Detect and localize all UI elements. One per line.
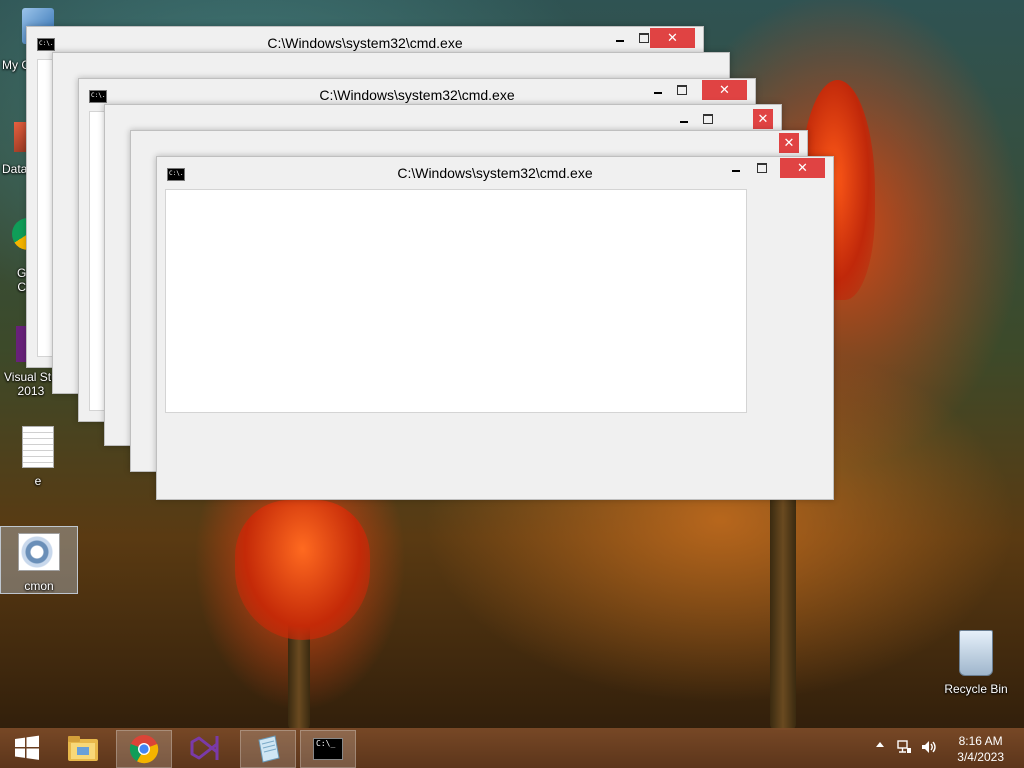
close-button[interactable]: ✕	[780, 158, 825, 178]
close-button[interactable]: ✕	[779, 133, 799, 153]
desktop-icon-e[interactable]: e	[0, 426, 76, 488]
desktop-icon-label: G C	[17, 266, 27, 294]
maximize-button[interactable]	[669, 80, 695, 100]
desktop-icon-label: e	[34, 474, 42, 488]
console-area[interactable]	[165, 189, 747, 413]
minimize-button[interactable]	[645, 80, 671, 100]
taskbar-chrome[interactable]	[116, 730, 172, 768]
desktop-icon-label: cmon	[24, 579, 54, 593]
taskbar: C:\_ 8:16 AM 3/4/2023	[0, 728, 1024, 768]
minimize-button[interactable]	[723, 158, 749, 178]
taskbar-file-explorer[interactable]	[56, 730, 110, 766]
clock-date: 3/4/2023	[957, 750, 1004, 764]
minimize-button[interactable]	[671, 109, 697, 129]
recycle-bin-icon	[959, 630, 993, 676]
taskbar-cmd[interactable]: C:\_	[300, 730, 356, 768]
close-button[interactable]: ✕	[753, 109, 773, 129]
network-icon[interactable]	[896, 739, 912, 755]
chrome-icon	[129, 735, 159, 764]
desktop-icon-recycle-bin[interactable]: Recycle Bin	[936, 630, 1016, 696]
minimize-button[interactable]	[607, 28, 633, 48]
cmd-window-3[interactable]: C:\. C:\Windows\system32\cmd.exe ✕	[156, 156, 834, 500]
close-button[interactable]: ✕	[702, 80, 747, 100]
maximize-button[interactable]	[695, 109, 721, 129]
volume-icon[interactable]	[920, 739, 938, 755]
taskbar-visual-studio[interactable]	[178, 730, 232, 766]
taskbar-clock[interactable]: 8:16 AM 3/4/2023	[957, 733, 1004, 765]
desktop-icon-cmon[interactable]: cmon	[0, 526, 78, 594]
windows-logo-icon	[15, 735, 39, 760]
notepad-icon	[258, 735, 280, 763]
folder-icon	[68, 736, 98, 761]
maximize-button[interactable]	[749, 158, 775, 178]
wallpaper-stem	[770, 480, 796, 730]
desktop-icon-label: Recycle Bin	[944, 682, 1008, 696]
window-title: C:\Windows\system32\cmd.exe	[267, 35, 463, 51]
desktop-icon-label: Data	[2, 162, 28, 176]
start-button[interactable]	[0, 730, 54, 766]
taskbar-notepad[interactable]	[240, 730, 296, 768]
cmd-icon: C:\_	[313, 738, 343, 760]
window-titlebar[interactable]: C:\. C:\Windows\system32\cmd.exe ✕	[157, 157, 833, 187]
show-hidden-icons-chevron-icon[interactable]	[876, 742, 884, 747]
visual-studio-icon	[190, 736, 219, 760]
system-tray	[870, 728, 950, 768]
wallpaper-tulip	[235, 500, 370, 640]
clock-time: 8:16 AM	[958, 734, 1003, 748]
close-button[interactable]: ✕	[650, 28, 695, 48]
settings-gear-icon	[18, 533, 60, 571]
document-icon	[22, 426, 54, 468]
desktop-icon-label: Visual Stu 2013	[4, 370, 58, 398]
